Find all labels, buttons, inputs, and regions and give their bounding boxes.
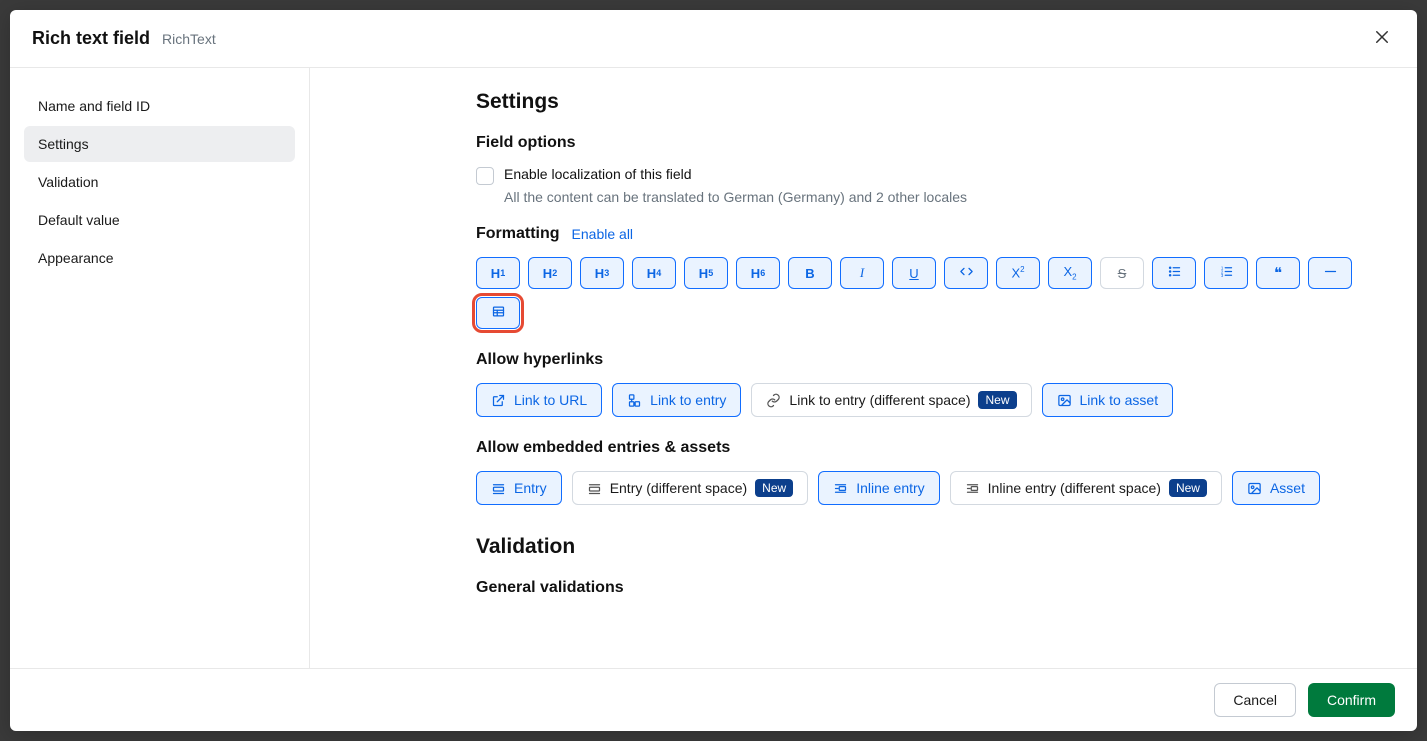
sidebar-item-settings[interactable]: Settings [24, 126, 295, 162]
new-badge: New [755, 479, 793, 497]
sidebar: Name and field ID Settings Validation De… [10, 68, 310, 668]
format-code-button[interactable] [944, 257, 988, 289]
formatting-buttons: H1 H2 H3 H4 H5 H6 B I U X2 X2 S 123 ❝ [476, 257, 1377, 329]
strikethrough-icon: S [1118, 266, 1127, 281]
modal-title: Rich text field [32, 28, 150, 49]
sidebar-item-default-value[interactable]: Default value [24, 202, 295, 238]
pill-label: Link to URL [514, 392, 587, 408]
format-ol-button[interactable]: 123 [1204, 257, 1248, 289]
modal-footer: Cancel Confirm [10, 668, 1417, 731]
format-h1-button[interactable]: H1 [476, 257, 520, 289]
format-superscript-button[interactable]: X2 [996, 257, 1040, 289]
link-to-url-button[interactable]: Link to URL [476, 383, 602, 417]
sidebar-item-name-id[interactable]: Name and field ID [24, 88, 295, 124]
embed-inline-entry-button[interactable]: Inline entry [818, 471, 939, 505]
inline-entry-icon [833, 481, 848, 496]
embed-entry-icon [491, 481, 506, 496]
embed-inline-entry-diff-space-button[interactable]: Inline entry (different space) New [950, 471, 1222, 505]
embed-title: Allow embedded entries & assets [476, 439, 1377, 457]
table-icon [491, 304, 506, 322]
sidebar-item-label: Name and field ID [38, 98, 150, 114]
new-badge: New [978, 391, 1016, 409]
cancel-button[interactable]: Cancel [1214, 683, 1296, 717]
underline-icon: U [909, 266, 918, 281]
modal-header: Rich text field RichText [10, 10, 1417, 68]
link-icon [766, 393, 781, 408]
pill-label: Link to entry (different space) [789, 392, 970, 408]
link-to-entry-button[interactable]: Link to entry [612, 383, 741, 417]
format-ul-button[interactable] [1152, 257, 1196, 289]
localization-label: Enable localization of this field [504, 166, 692, 182]
format-hr-button[interactable] [1308, 257, 1352, 289]
content-panel: Settings Field options Enable localizati… [310, 68, 1417, 668]
general-validations-title: General validations [476, 579, 1377, 597]
format-italic-button[interactable]: I [840, 257, 884, 289]
pill-label: Link to entry [650, 392, 726, 408]
italic-icon: I [860, 265, 864, 281]
link-to-asset-button[interactable]: Link to asset [1042, 383, 1174, 417]
svg-text:3: 3 [1220, 273, 1223, 278]
sidebar-item-label: Validation [38, 174, 98, 190]
button-label: Confirm [1327, 692, 1376, 708]
sidebar-item-appearance[interactable]: Appearance [24, 240, 295, 276]
asset-icon [1247, 481, 1262, 496]
format-table-button[interactable] [476, 297, 520, 329]
localization-hint: All the content can be translated to Ger… [504, 189, 1377, 205]
embed-entry-diff-space-button[interactable]: Entry (different space) New [572, 471, 809, 505]
code-icon [959, 264, 974, 282]
format-strikethrough-button[interactable]: S [1100, 257, 1144, 289]
format-blockquote-button[interactable]: ❝ [1256, 257, 1300, 289]
format-subscript-button[interactable]: X2 [1048, 257, 1092, 289]
superscript-icon: X2 [1011, 265, 1024, 280]
format-underline-button[interactable]: U [892, 257, 936, 289]
pill-label: Asset [1270, 480, 1305, 496]
hr-icon [1323, 264, 1338, 282]
sidebar-item-validation[interactable]: Validation [24, 164, 295, 200]
format-h4-button[interactable]: H4 [632, 257, 676, 289]
close-button[interactable] [1369, 24, 1395, 53]
sidebar-item-label: Default value [38, 212, 120, 228]
inline-entry-icon [965, 481, 980, 496]
format-h2-button[interactable]: H2 [528, 257, 572, 289]
format-h5-button[interactable]: H5 [684, 257, 728, 289]
link-to-entry-diff-space-button[interactable]: Link to entry (different space) New [751, 383, 1031, 417]
button-label: Cancel [1233, 692, 1277, 708]
formatting-title: Formatting [476, 225, 560, 243]
field-options-title: Field options [476, 134, 1377, 152]
format-h6-button[interactable]: H6 [736, 257, 780, 289]
quote-icon: ❝ [1274, 264, 1282, 283]
pill-label: Inline entry [856, 480, 924, 496]
entry-link-icon [627, 393, 642, 408]
sidebar-item-label: Settings [38, 136, 89, 152]
section-title-settings: Settings [476, 90, 1377, 114]
bold-icon: B [805, 266, 814, 281]
modal-subtitle: RichText [162, 31, 216, 47]
hyperlinks-row: Link to URL Link to entry Link to entry … [476, 383, 1377, 417]
numbered-list-icon: 123 [1219, 264, 1234, 282]
hyperlinks-title: Allow hyperlinks [476, 351, 1377, 369]
modal-dialog: Rich text field RichText Name and field … [10, 10, 1417, 731]
embed-asset-button[interactable]: Asset [1232, 471, 1320, 505]
subscript-icon: X2 [1063, 264, 1076, 282]
close-icon [1373, 34, 1391, 49]
sidebar-item-label: Appearance [38, 250, 114, 266]
section-title-validation: Validation [476, 535, 1377, 559]
embed-row: Entry Entry (different space) New Inline… [476, 471, 1377, 505]
confirm-button[interactable]: Confirm [1308, 683, 1395, 717]
localization-checkbox[interactable] [476, 167, 494, 185]
embed-entry-icon [587, 481, 602, 496]
new-badge: New [1169, 479, 1207, 497]
format-h3-button[interactable]: H3 [580, 257, 624, 289]
format-bold-button[interactable]: B [788, 257, 832, 289]
enable-all-link[interactable]: Enable all [572, 226, 634, 242]
pill-label: Entry (different space) [610, 480, 747, 496]
asset-icon [1057, 393, 1072, 408]
pill-label: Inline entry (different space) [988, 480, 1161, 496]
bullet-list-icon [1167, 264, 1182, 282]
pill-label: Link to asset [1080, 392, 1159, 408]
external-link-icon [491, 393, 506, 408]
modal-body: Name and field ID Settings Validation De… [10, 68, 1417, 668]
embed-entry-button[interactable]: Entry [476, 471, 562, 505]
pill-label: Entry [514, 480, 547, 496]
